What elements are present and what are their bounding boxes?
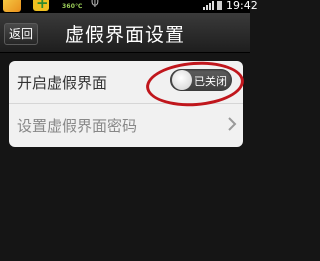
setting-label: 开启虚假界面 (17, 74, 108, 92)
security-app-icon (33, 0, 49, 12)
setting-row-set-password[interactable]: 设置虚假界面密码 (9, 104, 243, 146)
page-title: 虚假界面设置 (64, 24, 185, 46)
app-notification-icon (3, 0, 21, 12)
chevron-right-icon (228, 117, 237, 131)
status-label: 360℃ (62, 3, 83, 10)
status-time: 19:42 (226, 0, 258, 12)
title-bar: 返回 虚假界面设置 (0, 13, 250, 53)
signal-icon (203, 1, 215, 10)
status-bar: 360℃ Ψ 19:42 (0, 0, 258, 13)
battery-icon (217, 1, 222, 10)
setting-label: 设置虚假界面密码 (17, 117, 138, 135)
usb-icon: Ψ (91, 0, 99, 10)
